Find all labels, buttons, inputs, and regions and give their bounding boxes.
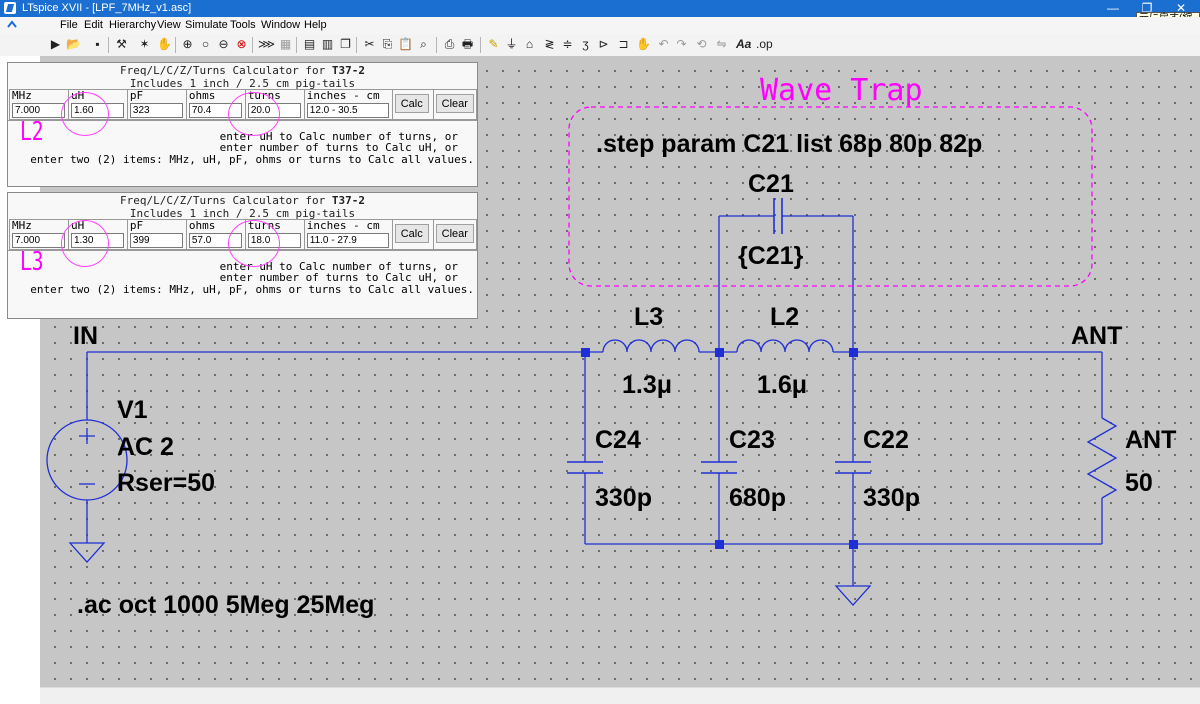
calc-button[interactable]: Calc <box>394 94 429 113</box>
ac-directive[interactable]: .ac oct 1000 5Meg 25Meg <box>77 591 374 619</box>
label-inches-cm: inches - cm <box>306 89 380 102</box>
c24-name: C24 <box>595 426 641 454</box>
l3-name: L3 <box>634 303 663 331</box>
label-pf: pF <box>129 89 144 102</box>
capacitor-c21[interactable] <box>773 198 783 234</box>
inches-cm-input[interactable] <box>306 103 389 118</box>
junction-dot <box>849 348 858 357</box>
l2-value: 1.6μ <box>757 371 807 399</box>
inches-cm-input[interactable] <box>306 233 389 248</box>
junction-dot <box>715 540 724 549</box>
rload-value: 50 <box>1125 469 1153 497</box>
capacitor-c24[interactable] <box>567 461 603 474</box>
calculator-title: Freq/L/C/Z/Turns Calculator for T37-2 <box>119 194 366 207</box>
label-mhz: MHz <box>12 89 32 102</box>
net-label-in: IN <box>73 322 98 350</box>
pf-input[interactable] <box>129 103 183 118</box>
highlight-circle-turns-l3 <box>228 220 280 267</box>
calculator-title: Freq/L/C/Z/Turns Calculator for T37-2 <box>119 64 366 77</box>
c21-value: {C21} <box>738 242 804 270</box>
capacitor-c23[interactable] <box>701 461 737 474</box>
label-mhz: MHz <box>12 219 32 232</box>
ground-symbol-main[interactable] <box>834 585 872 606</box>
help-line: enter number of turns to Calc uH, or <box>219 271 458 285</box>
clear-button[interactable]: Clear <box>435 94 474 113</box>
help-line: enter number of turns to Calc uH, or <box>219 141 458 155</box>
junction-dot <box>849 540 858 549</box>
mhz-input[interactable] <box>12 103 65 118</box>
v1-rser: Rser=50 <box>117 469 215 497</box>
l2-name: L2 <box>770 303 799 331</box>
highlight-circle-turns-l2 <box>228 92 280 136</box>
c23-value: 680p <box>729 484 786 512</box>
highlight-circle-uh-l3 <box>61 220 109 267</box>
wave-trap-label: Wave Trap <box>760 73 923 108</box>
label-inches-cm: inches - cm <box>306 219 380 232</box>
label-pf: pF <box>129 219 144 232</box>
capacitor-c22[interactable] <box>835 461 871 474</box>
net-label-ant: ANT <box>1071 322 1122 350</box>
mhz-input[interactable] <box>12 233 65 248</box>
inductor-l2[interactable] <box>736 339 834 353</box>
calculator-subtitle: Includes 1 inch / 2.5 cm pig-tails <box>129 77 356 90</box>
rload-name: ANT <box>1125 426 1176 454</box>
c21-name: C21 <box>748 170 794 198</box>
highlight-circle-uh-l2 <box>61 92 109 136</box>
calc-button[interactable]: Calc <box>394 224 429 243</box>
c22-value: 330p <box>863 484 920 512</box>
c24-value: 330p <box>595 484 652 512</box>
junction-dot <box>715 348 724 357</box>
v1-value: AC 2 <box>117 433 174 461</box>
step-directive[interactable]: .step param C21 list 68p 80p 82p <box>596 130 982 158</box>
help-line: enter two (2) items: MHz, uH, pF, ohms o… <box>30 152 474 166</box>
calculator-subtitle: Includes 1 inch / 2.5 cm pig-tails <box>129 207 356 220</box>
ground-symbol-source[interactable] <box>68 542 106 563</box>
help-line: enter two (2) items: MHz, uH, pF, ohms o… <box>30 282 474 296</box>
l3-value: 1.3μ <box>622 371 672 399</box>
clear-button[interactable]: Clear <box>435 224 474 243</box>
c22-name: C22 <box>863 426 909 454</box>
resistor-ant[interactable] <box>1086 417 1118 499</box>
inductor-l3[interactable] <box>602 339 700 353</box>
junction-dot <box>581 348 590 357</box>
v1-name: V1 <box>117 396 148 424</box>
pf-input[interactable] <box>129 233 183 248</box>
voltage-source-v1[interactable] <box>46 419 128 501</box>
c23-name: C23 <box>729 426 775 454</box>
